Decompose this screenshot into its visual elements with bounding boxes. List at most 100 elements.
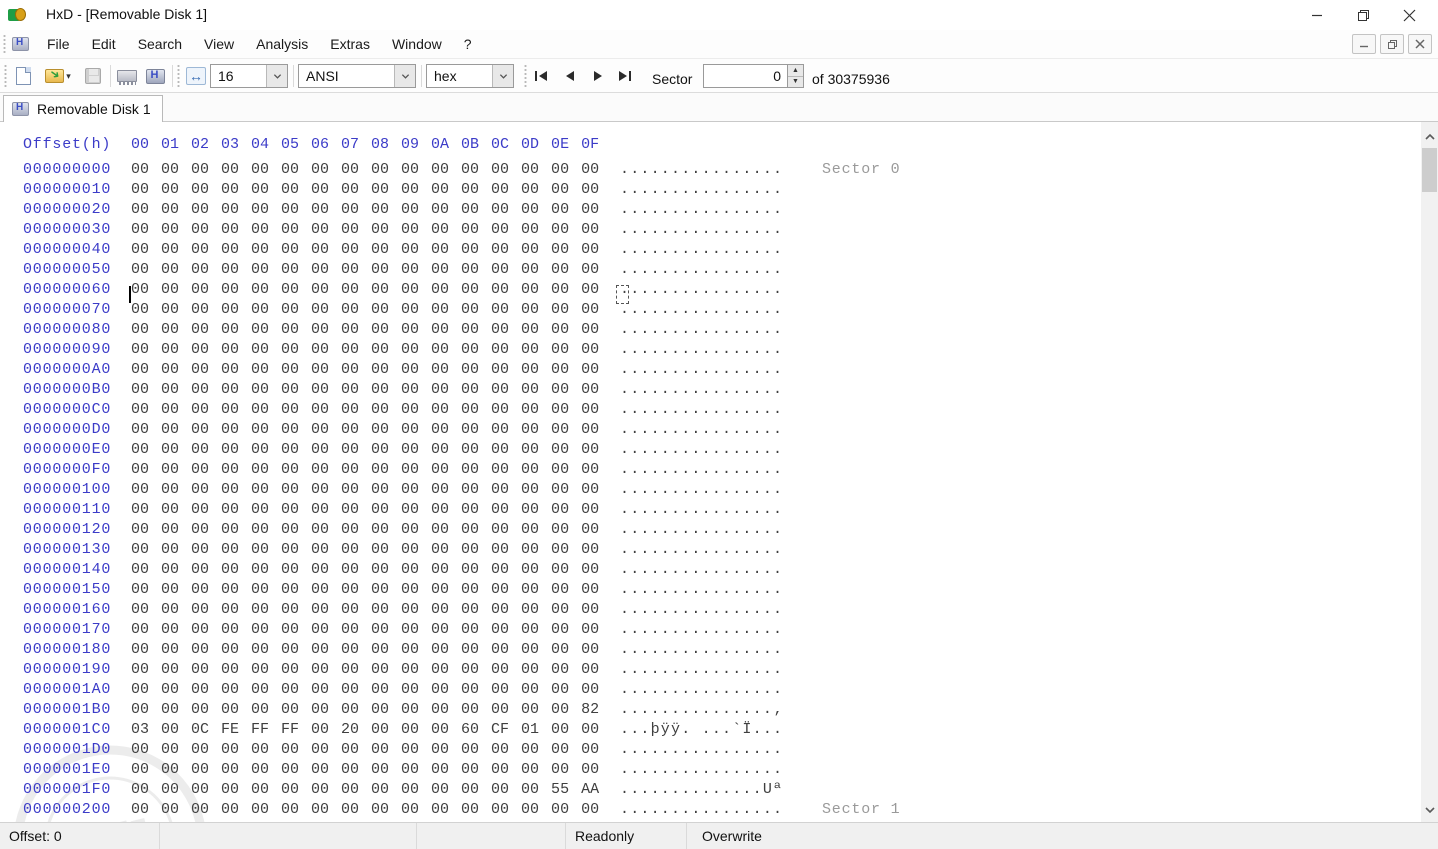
- row-bytes[interactable]: 00 00 00 00 00 00 00 00 00 00 00 00 00 0…: [131, 700, 620, 720]
- row-ascii[interactable]: ................: [620, 660, 822, 680]
- hex-row[interactable]: 0000001D0 00 00 00 00 00 00 00 00 00 00 …: [0, 740, 1421, 760]
- row-bytes[interactable]: 00 00 00 00 00 00 00 00 00 00 00 00 00 0…: [131, 500, 620, 520]
- hex-row[interactable]: 000000070 00 00 00 00 00 00 00 00 00 00 …: [0, 300, 1421, 320]
- row-bytes[interactable]: 00 00 00 00 00 00 00 00 00 00 00 00 00 0…: [131, 580, 620, 600]
- save-button[interactable]: [80, 64, 106, 88]
- title-bar[interactable]: HxD - [Removable Disk 1]: [0, 0, 1438, 30]
- menu-search[interactable]: Search: [127, 30, 193, 59]
- menu-edit[interactable]: Edit: [81, 30, 127, 59]
- hex-row[interactable]: 0000000F0 00 00 00 00 00 00 00 00 00 00 …: [0, 460, 1421, 480]
- toolbar-grip-2[interactable]: [177, 64, 180, 88]
- row-bytes[interactable]: 00 00 00 00 00 00 00 00 00 00 00 00 00 0…: [131, 560, 620, 580]
- row-ascii[interactable]: ................: [620, 380, 822, 400]
- row-offset[interactable]: 000000020: [23, 200, 131, 220]
- row-bytes[interactable]: 00 00 00 00 00 00 00 00 00 00 00 00 00 0…: [131, 540, 620, 560]
- row-bytes[interactable]: 00 00 00 00 00 00 00 00 00 00 00 00 00 0…: [131, 660, 620, 680]
- row-offset[interactable]: 0000000E0: [23, 440, 131, 460]
- row-offset[interactable]: 0000000F0: [23, 460, 131, 480]
- hex-row[interactable]: 000000100 00 00 00 00 00 00 00 00 00 00 …: [0, 480, 1421, 500]
- hex-row[interactable]: 000000150 00 00 00 00 00 00 00 00 00 00 …: [0, 580, 1421, 600]
- row-offset[interactable]: 0000000D0: [23, 420, 131, 440]
- hex-row[interactable]: 000000130 00 00 00 00 00 00 00 00 00 00 …: [0, 540, 1421, 560]
- row-ascii[interactable]: ................: [620, 520, 822, 540]
- row-bytes[interactable]: 00 00 00 00 00 00 00 00 00 00 00 00 00 0…: [131, 280, 620, 300]
- row-offset[interactable]: 000000190: [23, 660, 131, 680]
- first-sector-button[interactable]: [530, 65, 554, 87]
- row-ascii[interactable]: ................: [620, 800, 822, 820]
- row-offset[interactable]: 000000150: [23, 580, 131, 600]
- row-bytes[interactable]: 00 00 00 00 00 00 00 00 00 00 00 00 00 0…: [131, 180, 620, 200]
- row-offset[interactable]: 0000000C0: [23, 400, 131, 420]
- row-offset[interactable]: 0000000A0: [23, 360, 131, 380]
- scrollbar-thumb[interactable]: [1422, 148, 1437, 192]
- row-ascii[interactable]: ................: [620, 420, 822, 440]
- hex-row[interactable]: 000000030 00 00 00 00 00 00 00 00 00 00 …: [0, 220, 1421, 240]
- row-bytes[interactable]: 00 00 00 00 00 00 00 00 00 00 00 00 00 0…: [131, 620, 620, 640]
- status-mode[interactable]: Overwrite: [687, 823, 1438, 849]
- combo-chevron-icon[interactable]: [266, 65, 287, 87]
- open-file-button[interactable]: ▾: [40, 64, 76, 88]
- row-bytes[interactable]: 00 00 00 00 00 00 00 00 00 00 00 00 00 0…: [131, 320, 620, 340]
- hex-row[interactable]: 000000010 00 00 00 00 00 00 00 00 00 00 …: [0, 180, 1421, 200]
- row-offset[interactable]: 000000120: [23, 520, 131, 540]
- row-ascii[interactable]: ................: [620, 320, 822, 340]
- hex-row[interactable]: 0000001B0 00 00 00 00 00 00 00 00 00 00 …: [0, 700, 1421, 720]
- row-ascii[interactable]: ...þÿÿ. ...`Ï...: [620, 720, 822, 740]
- menu-file[interactable]: File: [36, 30, 81, 59]
- menu-analysis[interactable]: Analysis: [245, 30, 319, 59]
- scroll-down-button[interactable]: [1421, 801, 1438, 818]
- next-sector-button[interactable]: [586, 65, 610, 87]
- row-bytes[interactable]: 00 00 00 00 00 00 00 00 00 00 00 00 00 0…: [131, 300, 620, 320]
- scroll-up-button[interactable]: [1421, 128, 1438, 145]
- hex-row[interactable]: 000000190 00 00 00 00 00 00 00 00 00 00 …: [0, 660, 1421, 680]
- row-offset[interactable]: 0000001C0: [23, 720, 131, 740]
- row-bytes[interactable]: 00 00 00 00 00 00 00 00 00 00 00 00 00 0…: [131, 680, 620, 700]
- row-ascii[interactable]: ..............Uª: [620, 780, 822, 800]
- row-ascii[interactable]: ................: [620, 280, 822, 300]
- hex-row[interactable]: 0000001C0 03 00 0C FE FF FF 00 20 00 00 …: [0, 720, 1421, 740]
- mdi-restore-button[interactable]: [1380, 34, 1404, 54]
- previous-sector-button[interactable]: [558, 65, 582, 87]
- hex-row[interactable]: 000000020 00 00 00 00 00 00 00 00 00 00 …: [0, 200, 1421, 220]
- row-offset[interactable]: 000000000: [23, 160, 131, 180]
- row-bytes[interactable]: 00 00 00 00 00 00 00 00 00 00 00 00 00 0…: [131, 480, 620, 500]
- spinner-up-icon[interactable]: ▲: [788, 65, 803, 77]
- row-offset[interactable]: 000000010: [23, 180, 131, 200]
- status-readonly[interactable]: Readonly: [566, 823, 687, 849]
- toolbar-grip[interactable]: [4, 64, 7, 88]
- menu-extras[interactable]: Extras: [319, 30, 381, 59]
- row-ascii[interactable]: ................: [620, 480, 822, 500]
- row-offset[interactable]: 000000070: [23, 300, 131, 320]
- row-offset[interactable]: 000000110: [23, 500, 131, 520]
- row-ascii[interactable]: ................: [620, 300, 822, 320]
- row-bytes[interactable]: 00 00 00 00 00 00 00 00 00 00 00 00 00 0…: [131, 340, 620, 360]
- row-offset[interactable]: 0000001A0: [23, 680, 131, 700]
- menu-window[interactable]: Window: [381, 30, 453, 59]
- hex-row[interactable]: 000000050 00 00 00 00 00 00 00 00 00 00 …: [0, 260, 1421, 280]
- document-icon[interactable]: [12, 37, 29, 51]
- hex-row[interactable]: 000000060 00 00 00 00 00 00 00 00 00 00 …: [0, 280, 1421, 300]
- row-bytes[interactable]: 00 00 00 00 00 00 00 00 00 00 00 00 00 0…: [131, 200, 620, 220]
- row-offset[interactable]: 0000001B0: [23, 700, 131, 720]
- row-bytes[interactable]: 00 00 00 00 00 00 00 00 00 00 00 00 00 0…: [131, 640, 620, 660]
- hex-row[interactable]: 0000000C0 00 00 00 00 00 00 00 00 00 00 …: [0, 400, 1421, 420]
- row-bytes[interactable]: 00 00 00 00 00 00 00 00 00 00 00 00 00 0…: [131, 220, 620, 240]
- row-ascii[interactable]: ................: [620, 340, 822, 360]
- row-offset[interactable]: 000000180: [23, 640, 131, 660]
- hex-row[interactable]: 0000001E0 00 00 00 00 00 00 00 00 00 00 …: [0, 760, 1421, 780]
- hex-row[interactable]: 0000000D0 00 00 00 00 00 00 00 00 00 00 …: [0, 420, 1421, 440]
- row-offset[interactable]: 000000170: [23, 620, 131, 640]
- open-disk-button[interactable]: [142, 64, 168, 88]
- row-offset[interactable]: 0000001E0: [23, 760, 131, 780]
- row-offset[interactable]: 000000090: [23, 340, 131, 360]
- vertical-scrollbar[interactable]: [1421, 122, 1438, 822]
- row-offset[interactable]: 0000001D0: [23, 740, 131, 760]
- open-ram-button[interactable]: [114, 64, 140, 88]
- hex-row[interactable]: 000000040 00 00 00 00 00 00 00 00 00 00 …: [0, 240, 1421, 260]
- bytes-per-row-combo[interactable]: 16: [210, 64, 288, 88]
- row-bytes[interactable]: 00 00 00 00 00 00 00 00 00 00 00 00 00 0…: [131, 460, 620, 480]
- bytes-per-row-button[interactable]: ↔: [183, 64, 209, 88]
- row-bytes[interactable]: 00 00 00 00 00 00 00 00 00 00 00 00 00 0…: [131, 420, 620, 440]
- row-ascii[interactable]: ................: [620, 400, 822, 420]
- hex-row[interactable]: 000000090 00 00 00 00 00 00 00 00 00 00 …: [0, 340, 1421, 360]
